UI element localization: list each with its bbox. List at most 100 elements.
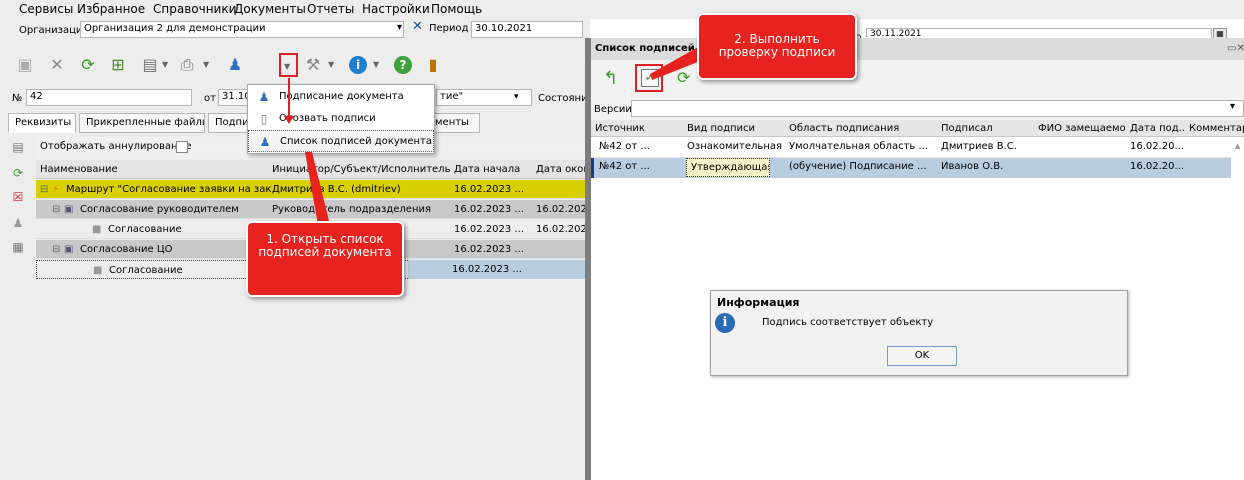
col-signer[interactable]: Подписал [937, 120, 1033, 137]
chevron-down-icon[interactable]: ▾ [514, 92, 519, 102]
versions-label: Версии [594, 104, 632, 115]
tab-signatures[interactable]: Подпи [208, 113, 250, 133]
sign-dropdown-menu: ♟ Подписание документа ▯ Отозвать подпис… [247, 84, 435, 154]
doc-date-label: от [204, 93, 216, 104]
menu-favorites[interactable]: Избранное [77, 2, 145, 16]
close-icon[interactable]: ✕ [48, 56, 66, 74]
org-label: Организация [19, 25, 89, 36]
col-source[interactable]: Источник [591, 120, 679, 137]
print-icon[interactable]: ⎙ [178, 56, 196, 74]
col-date[interactable]: Дата под... [1126, 120, 1186, 137]
add-row-icon[interactable]: ⊞ [109, 56, 127, 74]
chevron-down-icon: ▼ [162, 60, 169, 69]
collapse-icon[interactable]: ⊟ [52, 200, 60, 215]
row-name: Согласование [109, 265, 183, 276]
back-icon[interactable]: ↰ [603, 68, 618, 89]
org-field[interactable]: Организация 2 для демонстрации [80, 21, 404, 38]
col-comment[interactable]: Комментарий [1185, 120, 1244, 137]
table-row[interactable]: №42 от ... Утверждающая (обучение) Подпи… [591, 158, 1231, 178]
signature-list-icon: ♟ [259, 135, 271, 149]
col-start[interactable]: Дата начала [454, 160, 520, 175]
menu-item-revoke[interactable]: ▯ Отозвать подписи [248, 108, 434, 130]
annul-label: Отображать аннулированые [40, 141, 192, 152]
refresh-icon[interactable]: ⟳ [11, 166, 25, 180]
stage-icon: ▣ [64, 244, 74, 255]
chevron-down-icon[interactable]: ▾ [1230, 101, 1235, 112]
tab-attached-files[interactable]: Прикрепленные файлы [79, 113, 205, 133]
row-end: 16.02.2023 [536, 204, 590, 215]
row-name: Согласование руководителем [80, 204, 239, 215]
table-icon[interactable]: ▦ [11, 240, 25, 254]
menu-documents[interactable]: Документы [234, 2, 306, 16]
menu-bar: Сервисы Избранное Справочники Документы … [0, 0, 1244, 19]
scroll-up-icon[interactable]: ▲ [1235, 142, 1240, 150]
chevron-down-icon: ▼ [203, 60, 210, 69]
dialog-title: Информация [717, 296, 800, 309]
save-icon[interactable]: ▣ [16, 56, 34, 74]
highlight-sign-dropdown [279, 53, 298, 77]
menu-help[interactable]: Помощь [431, 2, 482, 16]
row-start: 16.02.2023 ... [454, 184, 524, 195]
chevron-down-icon[interactable]: ▾ [397, 22, 402, 33]
menu-directories[interactable]: Справочники [153, 2, 236, 16]
menu-item-signature-list[interactable]: ♟ Список подписей документа [248, 130, 434, 152]
collapse-icon[interactable]: ⊟ [40, 180, 48, 195]
revoke-icon: ▯ [260, 112, 268, 126]
tab-details[interactable]: Реквизиты [8, 113, 76, 133]
menu-settings[interactable]: Настройки [362, 2, 430, 16]
tab-documents[interactable]: менты [428, 113, 480, 133]
clear-icon[interactable]: ✕ [412, 19, 423, 34]
row-who: Руководитель подразделения [272, 204, 431, 215]
help-icon[interactable]: ? [394, 56, 412, 74]
row-kind: Утверждающая [686, 158, 770, 177]
row-start: 16.02.2023 ... [454, 244, 524, 255]
row-area: (обучение) Подписание ... [789, 161, 927, 172]
task-icon: ■ [93, 265, 103, 276]
refresh-icon[interactable]: ⟳ [79, 56, 97, 74]
col-end[interactable]: Дата оконч [536, 160, 590, 175]
maximize-icon[interactable]: ▭✕ [1227, 43, 1244, 54]
doc-num-label: № [12, 93, 23, 104]
row-signer: Иванов О.В. [941, 161, 1004, 172]
col-kind[interactable]: Вид подписи [683, 120, 783, 137]
row-start-selected: 16.02.2023 ... [452, 264, 522, 275]
row-name: Согласование [108, 224, 182, 235]
col-substitute[interactable]: ФИО замещаемого [1034, 120, 1126, 137]
tools-icon[interactable]: ⚒ [304, 56, 322, 74]
period-from-field[interactable]: 30.10.2021 [471, 21, 583, 38]
form-icon[interactable]: ▤ [141, 56, 159, 74]
annul-checkbox[interactable] [176, 141, 188, 153]
menu-item-label: Подписание документа [279, 91, 404, 102]
col-who[interactable]: Инициатор/Субъект/Исполнитель [272, 160, 450, 175]
col-area[interactable]: Область подписания [785, 120, 935, 137]
col-name[interactable]: Наименование [40, 160, 118, 175]
delete-icon[interactable]: ☒ [11, 190, 25, 204]
signature-grid-header: Источник Вид подписи Область подписания … [591, 120, 1244, 137]
info-icon: i [715, 313, 735, 333]
row-source: №42 от ... [599, 141, 650, 152]
callout-pointer [305, 152, 330, 225]
menu-item-sign[interactable]: ♟ Подписание документа [248, 86, 434, 108]
document-icon[interactable]: ▤ [11, 140, 25, 154]
versions-select[interactable] [631, 100, 1244, 117]
route-icon: ⚡ [52, 184, 60, 195]
doc-num-field[interactable]: 42 [26, 89, 192, 106]
ok-button[interactable]: OK [887, 346, 957, 366]
menu-reports[interactable]: Отчеты [307, 2, 354, 16]
info-icon[interactable]: i [349, 56, 367, 74]
doc-date-field[interactable]: 31.10.20 [218, 89, 248, 106]
selected-cell: 16.02.2023 ... [408, 260, 590, 279]
menu-services[interactable]: Сервисы [19, 2, 73, 16]
stage-icon: ▣ [64, 204, 74, 215]
table-row[interactable]: №42 от ... Ознакомительная Умолчательная… [591, 138, 1231, 158]
row-kind: Ознакомительная [687, 141, 782, 152]
exit-icon[interactable]: ▮ [424, 56, 442, 74]
row-name: Согласование ЦО [80, 244, 173, 255]
sign-icon[interactable]: ♟ [226, 56, 244, 74]
arrow-head [284, 116, 294, 124]
arrow-line [288, 78, 290, 118]
collapse-icon[interactable]: ⊟ [52, 240, 60, 255]
callout-step-2: 2. Выполнить проверку подписи [697, 13, 857, 80]
row-end: 16.02.2023 [536, 224, 590, 235]
users-icon[interactable]: ♟ [11, 216, 25, 230]
